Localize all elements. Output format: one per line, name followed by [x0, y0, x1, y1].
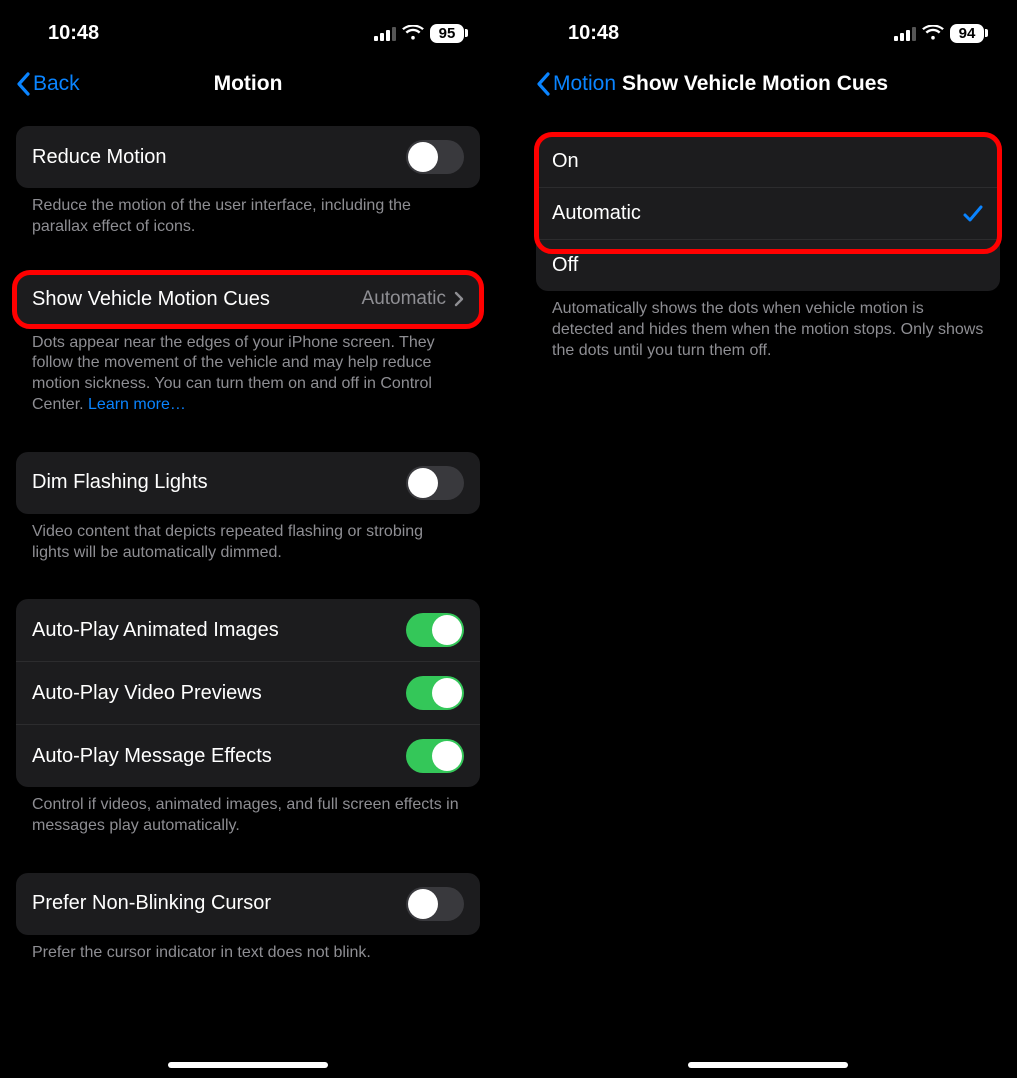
vehicle-cues-label: Show Vehicle Motion Cues	[32, 288, 270, 311]
dim-flashing-label: Dim Flashing Lights	[32, 471, 208, 494]
vehicle-cues-group: Show Vehicle Motion Cues Automatic	[16, 274, 480, 325]
nav-header: Motion Show Vehicle Motion Cues	[520, 56, 1016, 116]
vehicle-cues-detail-screen: 10:48 94 Motion Show Vehicle Motion Cues…	[520, 0, 1016, 1078]
options-group: On Automatic Off	[536, 136, 1000, 291]
reduce-motion-label: Reduce Motion	[32, 146, 167, 169]
vehicle-cues-row[interactable]: Show Vehicle Motion Cues Automatic	[16, 274, 480, 325]
reduce-motion-toggle[interactable]	[406, 140, 464, 174]
home-indicator[interactable]	[168, 1062, 328, 1068]
autoplay-effects-label: Auto-Play Message Effects	[32, 745, 272, 768]
battery-icon: 94	[950, 24, 984, 43]
cursor-row[interactable]: Prefer Non-Blinking Cursor	[16, 873, 480, 935]
autoplay-images-label: Auto-Play Animated Images	[32, 619, 279, 642]
status-bar: 10:48 95	[0, 0, 496, 56]
dim-flashing-toggle[interactable]	[406, 466, 464, 500]
vehicle-cues-value: Automatic	[362, 288, 446, 310]
wifi-icon	[922, 25, 944, 41]
cellular-icon	[894, 26, 916, 41]
autoplay-images-row[interactable]: Auto-Play Animated Images	[16, 599, 480, 661]
back-button[interactable]: Back	[16, 72, 80, 96]
option-on-row[interactable]: On	[536, 136, 1000, 187]
checkmark-icon	[962, 203, 984, 225]
autoplay-group: Auto-Play Animated Images Auto-Play Vide…	[16, 599, 480, 787]
vehicle-cues-footer: Dots appear near the edges of your iPhon…	[16, 325, 480, 416]
nav-header: Back Motion	[0, 56, 496, 116]
page-title: Show Vehicle Motion Cues	[622, 72, 888, 96]
cursor-label: Prefer Non-Blinking Cursor	[32, 892, 271, 915]
back-button[interactable]: Motion	[536, 72, 616, 96]
options-footer: Automatically shows the dots when vehicl…	[536, 291, 1000, 361]
chevron-left-icon	[16, 72, 31, 96]
cursor-group: Prefer Non-Blinking Cursor	[16, 873, 480, 935]
chevron-left-icon	[536, 72, 551, 96]
dim-flashing-row[interactable]: Dim Flashing Lights	[16, 452, 480, 514]
reduce-motion-group: Reduce Motion	[16, 126, 480, 188]
status-time: 10:48	[568, 22, 619, 45]
autoplay-effects-toggle[interactable]	[406, 739, 464, 773]
status-time: 10:48	[48, 22, 99, 45]
autoplay-videos-label: Auto-Play Video Previews	[32, 682, 262, 705]
reduce-motion-footer: Reduce the motion of the user interface,…	[16, 188, 480, 238]
learn-more-link[interactable]: Learn more…	[88, 396, 186, 413]
reduce-motion-row[interactable]: Reduce Motion	[16, 126, 480, 188]
wifi-icon	[402, 25, 424, 41]
battery-icon: 95	[430, 24, 464, 43]
autoplay-videos-toggle[interactable]	[406, 676, 464, 710]
status-icons: 94	[894, 24, 984, 43]
options-group-wrapper: On Automatic Off	[536, 136, 1000, 291]
dim-flashing-group: Dim Flashing Lights	[16, 452, 480, 514]
option-automatic-label: Automatic	[552, 202, 641, 225]
autoplay-effects-row[interactable]: Auto-Play Message Effects	[16, 724, 480, 787]
motion-settings-screen: 10:48 95 Back Motion Reduce Motion Reduc…	[0, 0, 496, 1078]
option-off-label: Off	[552, 254, 578, 277]
option-off-row[interactable]: Off	[536, 239, 1000, 291]
home-indicator[interactable]	[688, 1062, 848, 1068]
status-bar: 10:48 94	[520, 0, 1016, 56]
dim-flashing-footer: Video content that depicts repeated flas…	[16, 514, 480, 564]
back-label: Back	[33, 72, 80, 96]
autoplay-footer: Control if videos, animated images, and …	[16, 787, 480, 837]
cursor-footer: Prefer the cursor indicator in text does…	[16, 935, 480, 964]
back-label: Motion	[553, 72, 616, 96]
option-on-label: On	[552, 150, 579, 173]
chevron-right-icon	[454, 291, 464, 307]
autoplay-images-toggle[interactable]	[406, 613, 464, 647]
cursor-toggle[interactable]	[406, 887, 464, 921]
autoplay-videos-row[interactable]: Auto-Play Video Previews	[16, 661, 480, 724]
cellular-icon	[374, 26, 396, 41]
option-automatic-row[interactable]: Automatic	[536, 187, 1000, 239]
status-icons: 95	[374, 24, 464, 43]
